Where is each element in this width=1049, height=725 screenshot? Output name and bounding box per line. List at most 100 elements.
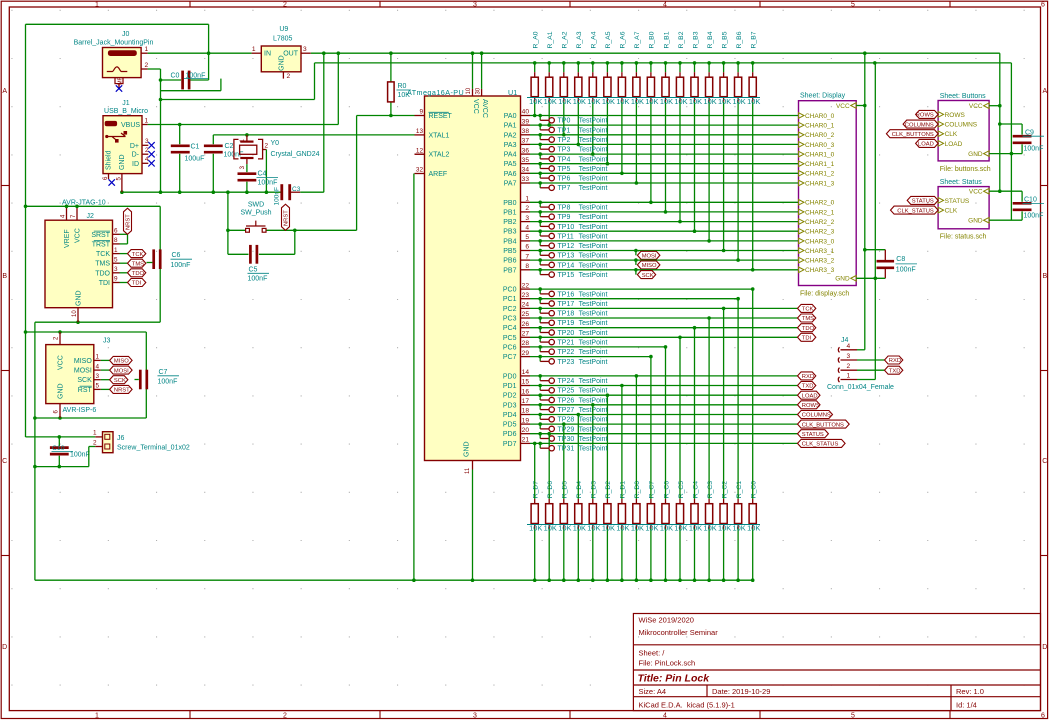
svg-text:TestPoint: TestPoint xyxy=(579,166,608,173)
svg-text:5: 5 xyxy=(114,256,118,263)
svg-text:TP27: TP27 xyxy=(558,407,575,414)
svg-text:TP3: TP3 xyxy=(558,147,571,154)
svg-text:VREF: VREF xyxy=(64,229,71,248)
svg-text:16: 16 xyxy=(522,388,530,395)
svg-text:30: 30 xyxy=(475,87,481,94)
svg-text:PD5: PD5 xyxy=(503,422,517,429)
svg-text:File: status.sch: File: status.sch xyxy=(940,233,987,240)
svg-text:TestPoint: TestPoint xyxy=(579,118,608,125)
svg-text:J0: J0 xyxy=(122,31,130,38)
svg-text:TestPoint: TestPoint xyxy=(579,176,608,183)
svg-text:CHAR0_2: CHAR0_2 xyxy=(805,132,835,139)
svg-text:TMS: TMS xyxy=(95,261,110,268)
svg-text:CHAR2_1: CHAR2_1 xyxy=(805,209,835,216)
svg-text:11: 11 xyxy=(465,467,471,474)
svg-text:C6: C6 xyxy=(172,252,181,259)
svg-text:VCC: VCC xyxy=(58,355,65,370)
svg-text:TP25: TP25 xyxy=(558,388,575,395)
svg-text:AVR-ISP-6: AVR-ISP-6 xyxy=(63,407,97,414)
svg-text:PD6: PD6 xyxy=(503,431,517,438)
svg-text:100nF: 100nF xyxy=(171,262,191,269)
svg-text:10: 10 xyxy=(72,310,78,317)
svg-text:NRST: NRST xyxy=(284,210,290,226)
svg-text:J1: J1 xyxy=(122,100,130,107)
svg-text:100nF: 100nF xyxy=(248,275,268,282)
svg-text:10K: 10K xyxy=(718,97,731,106)
svg-text:22: 22 xyxy=(522,282,530,289)
svg-text:TCK: TCK xyxy=(802,307,814,313)
svg-text:34: 34 xyxy=(522,167,530,174)
svg-text:C10: C10 xyxy=(52,445,65,452)
svg-text:PD7: PD7 xyxy=(503,441,517,448)
svg-text:RXD: RXD xyxy=(889,358,901,364)
svg-text:R_B4: R_B4 xyxy=(707,31,714,48)
svg-text:R_C4: R_C4 xyxy=(692,481,699,499)
svg-text:AREF: AREF xyxy=(429,171,448,178)
svg-text:CLK_BUTTONS: CLK_BUTTONS xyxy=(892,132,934,138)
svg-text:Size: A4: Size: A4 xyxy=(639,687,667,696)
svg-text:29: 29 xyxy=(522,350,530,357)
svg-text:NRST: NRST xyxy=(126,214,132,230)
svg-text:C2: C2 xyxy=(225,143,234,150)
svg-text:AVR-JTAG-10: AVR-JTAG-10 xyxy=(62,199,106,206)
svg-text:PC2: PC2 xyxy=(503,306,517,313)
svg-text:4: 4 xyxy=(663,1,667,8)
svg-text:MOSI: MOSI xyxy=(114,368,129,374)
svg-text:100nF: 100nF xyxy=(896,266,916,273)
svg-text:TP6: TP6 xyxy=(558,176,571,183)
svg-text:R_D2: R_D2 xyxy=(605,481,612,499)
svg-text:PD2: PD2 xyxy=(503,393,517,400)
svg-text:GND: GND xyxy=(119,154,126,170)
svg-text:2: 2 xyxy=(847,363,851,370)
svg-text:PC3: PC3 xyxy=(503,316,517,323)
svg-text:ROWS: ROWS xyxy=(916,113,934,119)
svg-text:R_B5: R_B5 xyxy=(721,31,728,48)
svg-text:R_C6: R_C6 xyxy=(663,481,670,499)
svg-text:Conn_01x04_Female: Conn_01x04_Female xyxy=(827,384,894,391)
svg-text:100nF: 100nF xyxy=(70,452,90,459)
svg-text:21: 21 xyxy=(522,437,530,444)
svg-text:WiSe 2019/2020: WiSe 2019/2020 xyxy=(639,616,694,625)
svg-text:TestPoint: TestPoint xyxy=(579,233,608,240)
svg-text:LOAD: LOAD xyxy=(945,141,963,148)
svg-text:PA7: PA7 xyxy=(504,181,517,188)
svg-text:Sheet: Display: Sheet: Display xyxy=(800,93,846,100)
svg-text:LOAD: LOAD xyxy=(802,393,818,399)
svg-text:TCK: TCK xyxy=(96,251,110,258)
svg-text:PC5: PC5 xyxy=(503,335,517,342)
svg-text:ID: ID xyxy=(132,161,139,168)
svg-text:PB1: PB1 xyxy=(503,209,516,216)
svg-text:TP26: TP26 xyxy=(558,397,575,404)
svg-text:R0: R0 xyxy=(398,83,407,90)
svg-text:D-: D- xyxy=(132,152,140,159)
svg-text:TP9: TP9 xyxy=(558,214,571,221)
svg-text:TP5: TP5 xyxy=(558,166,571,173)
svg-text:RST: RST xyxy=(78,387,93,394)
svg-text:TDO: TDO xyxy=(802,326,815,332)
svg-text:TP21: TP21 xyxy=(558,340,575,347)
svg-text:10K: 10K xyxy=(544,97,557,106)
svg-text:40: 40 xyxy=(522,109,530,116)
svg-text:CLK_STATUS: CLK_STATUS xyxy=(802,442,839,448)
svg-text:TP2: TP2 xyxy=(558,137,571,144)
svg-text:R_A4: R_A4 xyxy=(591,31,598,48)
svg-text:RXD: RXD xyxy=(802,374,814,380)
svg-text:TP15: TP15 xyxy=(558,272,575,279)
svg-text:Crystal_GND24: Crystal_GND24 xyxy=(271,151,320,158)
svg-text:Sheet: /: Sheet: / xyxy=(639,649,666,658)
svg-text:R_D3: R_D3 xyxy=(591,481,598,499)
svg-text:100nF: 100nF xyxy=(273,187,280,205)
svg-text:PC4: PC4 xyxy=(503,325,517,332)
svg-text:CHAR0_3: CHAR0_3 xyxy=(805,142,835,149)
svg-text:CHAR1_1: CHAR1_1 xyxy=(805,161,835,168)
svg-text:CHAR0_1: CHAR0_1 xyxy=(805,123,835,130)
svg-text:PC1: PC1 xyxy=(503,296,517,303)
svg-text:CLK_STATUS: CLK_STATUS xyxy=(897,208,934,214)
svg-text:D: D xyxy=(1042,644,1047,651)
svg-text:CHAR2_2: CHAR2_2 xyxy=(805,219,835,226)
svg-text:12: 12 xyxy=(416,147,424,154)
svg-text:MOSI: MOSI xyxy=(74,368,92,375)
svg-text:TestPoint: TestPoint xyxy=(579,291,608,298)
svg-text:CLK_BUTTONS: CLK_BUTTONS xyxy=(802,422,844,428)
svg-text:TestPoint: TestPoint xyxy=(579,446,608,453)
